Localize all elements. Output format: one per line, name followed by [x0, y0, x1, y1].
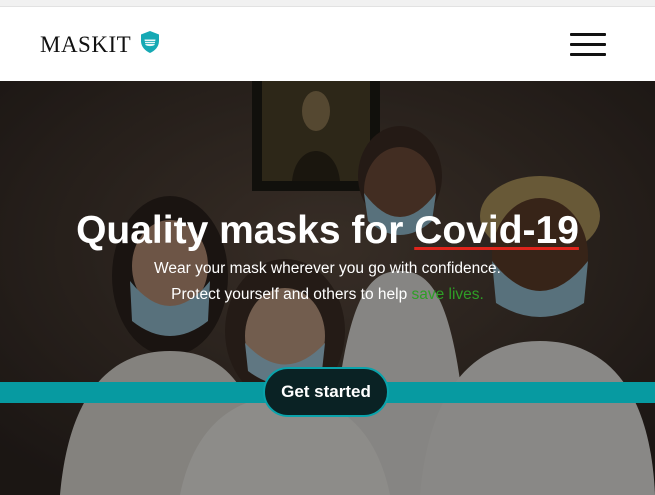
hero-subtitle-line-1: Wear your mask wherever you go with conf…	[154, 260, 501, 277]
hero-title: Quality masks for Covid-19	[0, 206, 655, 256]
hero-section: Quality masks for Covid-19 Wear your mas…	[0, 81, 655, 495]
get-started-label: Get started	[281, 382, 371, 401]
hamburger-bar	[570, 33, 606, 36]
get-started-button[interactable]: Get started	[263, 367, 389, 417]
hamburger-bar	[570, 43, 606, 46]
brand-name: MASKIT	[40, 32, 132, 57]
hero-title-highlight: Covid-19	[414, 209, 579, 252]
shield-mask-icon	[141, 31, 160, 53]
hamburger-menu-icon[interactable]	[570, 31, 608, 61]
hero-subtitle-line-2: Protect yourself and others to help save…	[0, 282, 655, 308]
hero-subtitle-highlight: save lives.	[411, 286, 484, 303]
browser-top-strip	[0, 0, 655, 7]
navbar: MASKIT	[0, 7, 655, 81]
hero-title-text: Quality masks for	[76, 209, 415, 252]
brand-logo[interactable]: MASKIT	[40, 31, 161, 57]
hamburger-bar	[570, 53, 606, 56]
hero-content: Quality masks for Covid-19 Wear your mas…	[0, 206, 655, 308]
hero-subtitle-line-2-text: Protect yourself and others to help	[171, 286, 412, 303]
